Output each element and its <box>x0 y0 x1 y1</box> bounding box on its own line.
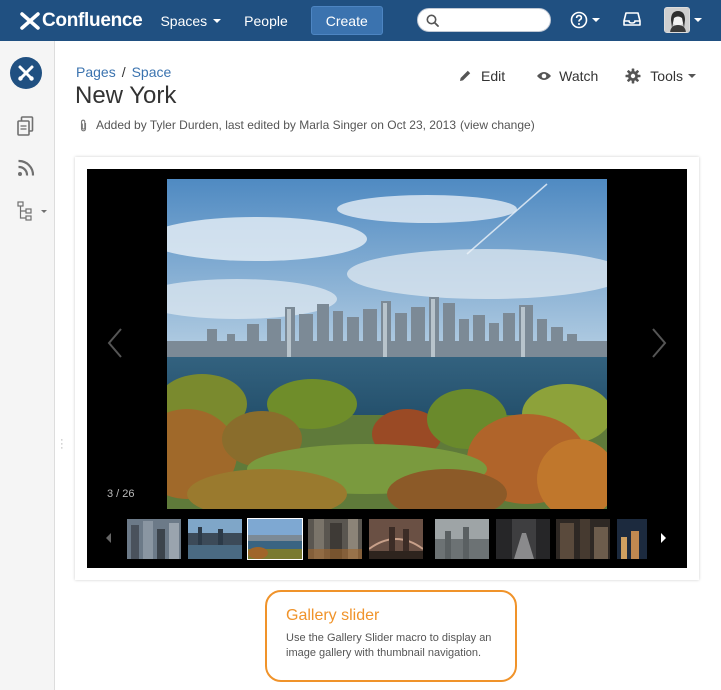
chevron-down-icon <box>592 18 600 22</box>
thumbnail-image <box>435 519 489 559</box>
image-counter: 3 / 26 <box>107 488 135 500</box>
confluence-logo-icon <box>20 11 40 30</box>
thumbnail-7[interactable] <box>496 519 550 559</box>
paperclip-icon <box>80 119 87 131</box>
notifications-button[interactable] <box>623 11 641 32</box>
page-byline: Added by Tyler Durden, last edited by Ma… <box>96 118 456 132</box>
thumbnails-next-button[interactable] <box>661 533 666 543</box>
nav-people-label: People <box>244 12 288 29</box>
inbox-icon <box>623 12 641 26</box>
confluence-logo[interactable]: Confluence <box>20 9 143 32</box>
eye-icon <box>537 72 552 80</box>
thumbnails-prev-button[interactable] <box>106 533 111 543</box>
callout-description: Use the Gallery Slider macro to display … <box>286 632 492 659</box>
space-avatar-icon <box>18 65 34 81</box>
gear-icon <box>625 68 641 84</box>
thumbnail-image <box>188 519 242 559</box>
search-icon <box>426 14 439 27</box>
page-metadata: Added by Tyler Durden, last edited by Ma… <box>79 118 535 132</box>
callout-title: Gallery slider <box>286 607 380 624</box>
breadcrumb-pages[interactable]: Pages <box>76 64 116 80</box>
city-skyline-image <box>167 179 607 509</box>
pencil-icon <box>460 70 471 81</box>
nav-spaces[interactable]: Spaces <box>160 12 222 29</box>
blog-feed-icon[interactable] <box>17 159 35 177</box>
previous-image-button[interactable] <box>107 327 123 359</box>
watch-label: Watch <box>559 68 599 84</box>
thumbnail-9[interactable] <box>617 519 647 559</box>
search-box[interactable] <box>417 8 551 32</box>
space-sidebar <box>0 41 55 690</box>
space-logo-icon[interactable] <box>10 57 42 89</box>
chevron-down-icon <box>213 18 222 23</box>
logo-text: Confluence <box>42 9 143 31</box>
breadcrumb-separator: / <box>121 64 126 80</box>
edit-button[interactable]: Edit <box>458 68 505 84</box>
main-gallery-image[interactable] <box>167 179 607 509</box>
chevron-down-icon[interactable] <box>41 210 47 213</box>
thumbnail-4[interactable] <box>308 519 362 559</box>
thumbnail-image <box>308 519 362 559</box>
page-actions: Edit Watch Tools <box>458 68 696 84</box>
thumbnail-image <box>127 519 181 559</box>
nav-spaces-label: Spaces <box>160 12 208 29</box>
tools-menu[interactable]: Tools <box>625 68 696 84</box>
user-photo-icon <box>665 8 689 32</box>
thumbnail-6[interactable] <box>435 519 489 559</box>
sidebar-resize-handle[interactable]: · · · <box>60 435 64 454</box>
view-change-link[interactable]: (view change) <box>460 118 535 132</box>
page-tree-icon[interactable] <box>17 201 33 221</box>
chevron-down-icon <box>694 18 702 22</box>
watch-button[interactable]: Watch <box>536 68 598 84</box>
thumbnail-8[interactable] <box>556 519 610 559</box>
gallery-slider: 3 / 26 <box>87 169 687 568</box>
user-menu[interactable] <box>664 7 702 33</box>
thumbnail-5[interactable] <box>369 519 423 559</box>
create-button[interactable]: Create <box>310 6 383 35</box>
breadcrumb: Pages / Space <box>76 64 171 80</box>
edit-label: Edit <box>481 68 506 84</box>
search-input[interactable] <box>443 12 543 28</box>
help-icon <box>570 11 588 29</box>
nav-people[interactable]: People <box>244 13 288 29</box>
top-navigation-bar: Confluence Spaces People Create <box>0 0 721 41</box>
pages-icon[interactable] <box>17 116 35 136</box>
thumbnail-image <box>617 519 647 559</box>
gallery-slider-callout: Gallery slider Use the Gallery Slider ma… <box>265 590 517 682</box>
breadcrumb-space[interactable]: Space <box>132 64 172 80</box>
chevron-down-icon <box>687 74 696 78</box>
thumbnail-image <box>369 519 423 559</box>
thumbnail-3-active[interactable] <box>247 518 303 560</box>
tools-label: Tools <box>650 68 683 84</box>
thumbnail-1[interactable] <box>127 519 181 559</box>
avatar <box>664 7 690 33</box>
thumbnail-image <box>496 519 550 559</box>
help-menu[interactable] <box>570 11 600 29</box>
page-title: New York <box>75 82 177 109</box>
thumbnail-image <box>248 519 302 559</box>
thumbnail-image <box>556 519 610 559</box>
thumbnail-2[interactable] <box>188 519 242 559</box>
next-image-button[interactable] <box>651 327 667 359</box>
